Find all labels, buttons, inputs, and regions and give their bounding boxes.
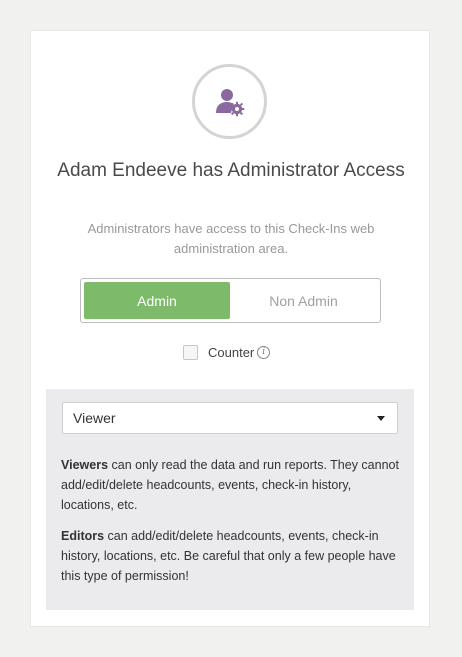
info-icon[interactable]: i xyxy=(257,345,271,359)
counter-checkbox[interactable] xyxy=(183,344,198,360)
permissions-card: Adam Endeeve has Administrator Access Ad… xyxy=(30,30,430,627)
viewer-description: Viewers can only read the data and run r… xyxy=(61,455,401,515)
editor-term: Editors xyxy=(61,529,105,543)
user-settings-icon xyxy=(216,89,245,117)
access-description: Administrators have access to this Check… xyxy=(87,221,375,256)
avatar xyxy=(192,64,267,139)
counter-row: Counter i xyxy=(183,343,271,361)
editor-text: can add/edit/delete headcounts, events, … xyxy=(61,529,396,583)
viewer-text: can only read the data and run reports. … xyxy=(61,458,399,512)
access-toggle: Admin Non Admin xyxy=(80,278,381,323)
caret-down-icon xyxy=(377,416,385,421)
page-title: Adam Endeeve has Administrator Access xyxy=(57,160,405,181)
permission-panel: Viewer Viewers can only read the data an… xyxy=(46,389,414,610)
counter-label: Counter xyxy=(208,344,255,360)
permission-select[interactable]: Viewer xyxy=(62,402,398,434)
editor-description: Editors can add/edit/delete headcounts, … xyxy=(61,526,401,586)
viewer-term: Viewers xyxy=(61,458,109,472)
permission-select-value: Viewer xyxy=(73,410,116,426)
admin-option-button[interactable]: Admin xyxy=(84,282,230,319)
non-admin-option-button[interactable]: Non Admin xyxy=(230,282,377,319)
